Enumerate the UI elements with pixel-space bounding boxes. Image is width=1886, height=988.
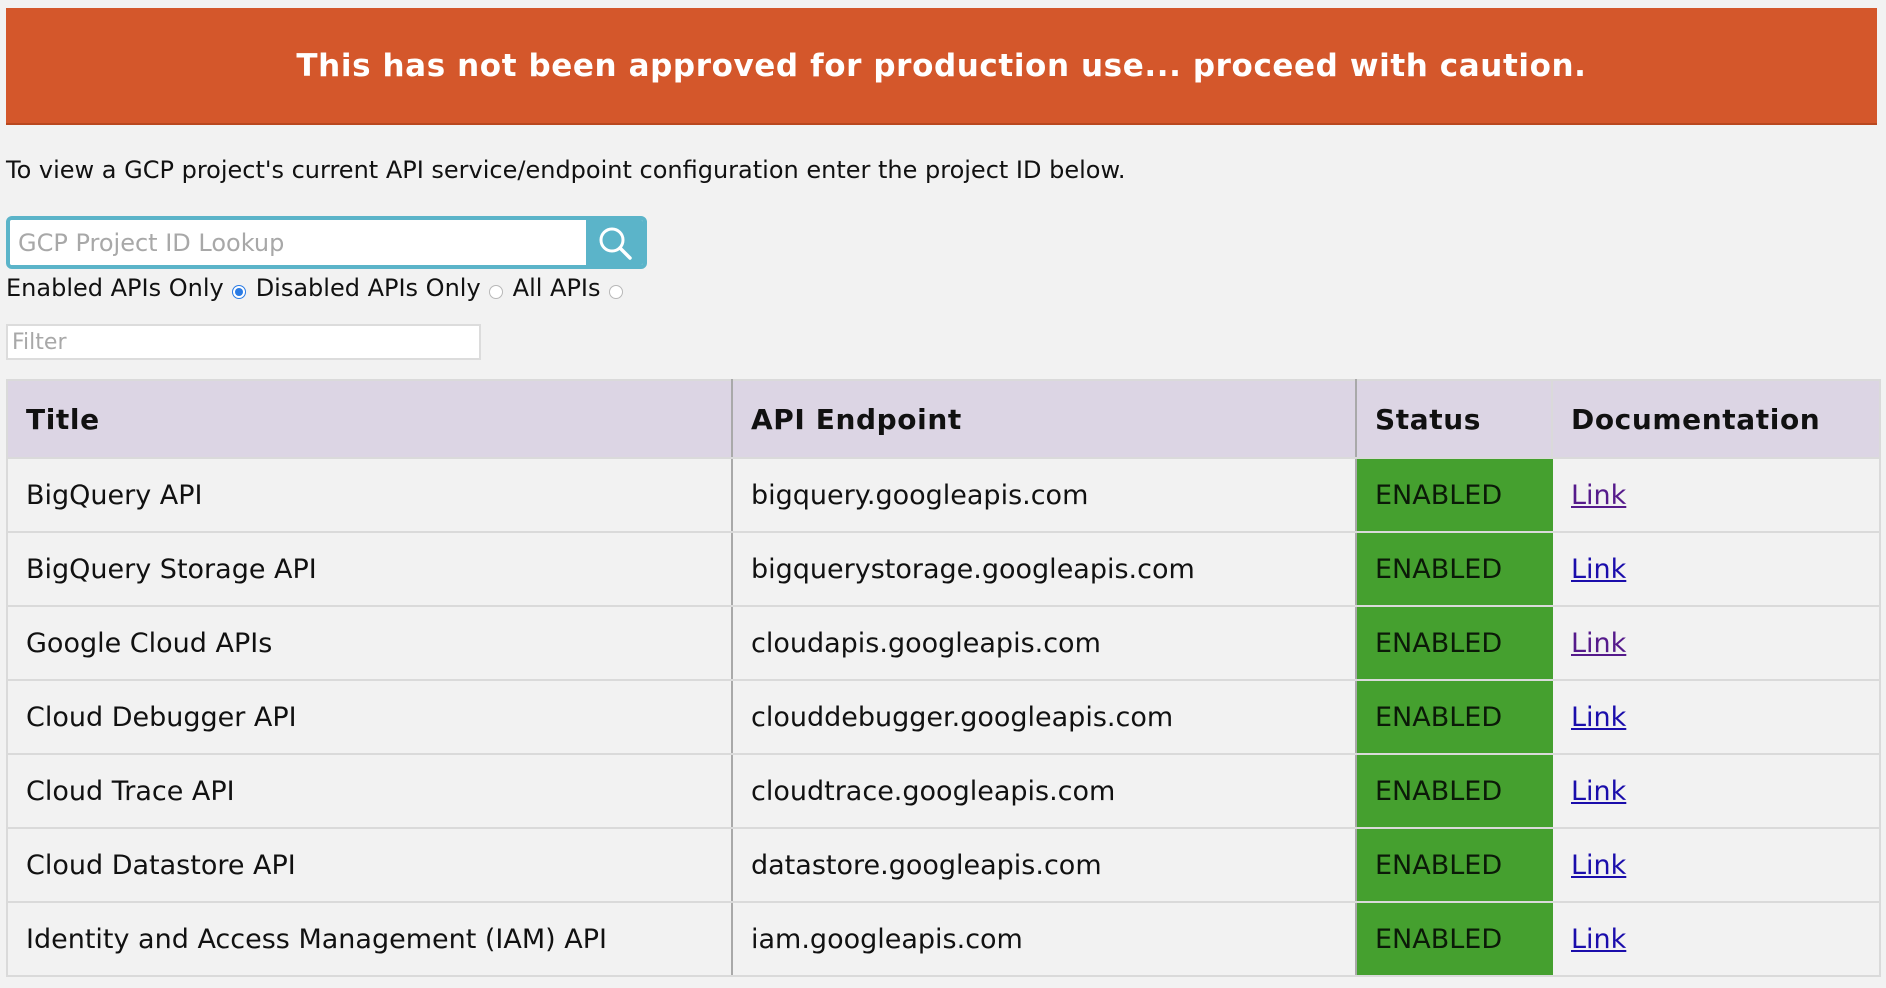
cell-documentation: Link [1551,753,1881,829]
cell-documentation: Link [1551,605,1881,681]
documentation-link[interactable]: Link [1571,554,1626,585]
cell-title: Identity and Access Management (IAM) API [6,901,733,977]
status-badge: ENABLED [1355,679,1553,755]
table-row: Identity and Access Management (IAM) API… [6,901,1881,977]
radio-label-enabled: Enabled APIs Only [6,274,224,302]
table-row: Cloud Debugger API clouddebugger.googlea… [6,679,1881,755]
status-badge: ENABLED [1355,605,1553,681]
status-badge: ENABLED [1355,827,1553,903]
radio-label-all: All APIs [512,274,601,302]
table-row: Cloud Datastore API datastore.googleapis… [6,827,1881,903]
table-header-row: Title API Endpoint Status Documentation [6,379,1881,459]
cell-endpoint: iam.googleapis.com [731,901,1357,977]
cell-endpoint: bigquerystorage.googleapis.com [731,531,1357,607]
radio-enabled-apis-only[interactable] [231,285,246,299]
warning-banner: This has not been approved for productio… [6,8,1877,125]
radio-all-apis[interactable] [608,285,623,299]
header-documentation[interactable]: Documentation [1551,379,1881,459]
cell-endpoint: bigquery.googleapis.com [731,457,1357,533]
header-title[interactable]: Title [6,379,733,459]
cell-title: Google Cloud APIs [6,605,733,681]
cell-documentation: Link [1551,901,1881,977]
status-badge: ENABLED [1355,753,1553,829]
cell-endpoint: cloudtrace.googleapis.com [731,753,1357,829]
table-row: Google Cloud APIs cloudapis.googleapis.c… [6,605,1881,681]
project-id-search-input[interactable] [10,220,586,265]
cell-endpoint: cloudapis.googleapis.com [731,605,1357,681]
status-badge: ENABLED [1355,457,1553,533]
table-row: Cloud Trace API cloudtrace.googleapis.co… [6,753,1881,829]
cell-documentation: Link [1551,531,1881,607]
documentation-link[interactable]: Link [1571,480,1626,511]
documentation-link[interactable]: Link [1571,776,1626,807]
cell-title: Cloud Trace API [6,753,733,829]
table-row: BigQuery Storage API bigquerystorage.goo… [6,531,1881,607]
documentation-link[interactable]: Link [1571,924,1626,955]
documentation-link[interactable]: Link [1571,628,1626,659]
documentation-link[interactable]: Link [1571,702,1626,733]
api-filter-radio-group: Enabled APIs Only Disabled APIs Only All… [6,272,633,304]
radio-label-disabled: Disabled APIs Only [255,274,481,302]
cell-title: Cloud Debugger API [6,679,733,755]
radio-disabled-apis-only[interactable] [488,285,503,299]
cell-endpoint: clouddebugger.googleapis.com [731,679,1357,755]
header-status[interactable]: Status [1355,379,1553,459]
header-api-endpoint[interactable]: API Endpoint [731,379,1357,459]
cell-title: BigQuery API [6,457,733,533]
api-table: Title API Endpoint Status Documentation … [6,379,1881,977]
cell-endpoint: datastore.googleapis.com [731,827,1357,903]
project-search-box [6,216,647,269]
cell-title: Cloud Datastore API [6,827,733,903]
cell-documentation: Link [1551,827,1881,903]
filter-input[interactable] [6,324,481,360]
search-button[interactable] [586,220,643,265]
status-badge: ENABLED [1355,531,1553,607]
page: This has not been approved for productio… [0,0,1886,988]
cell-documentation: Link [1551,679,1881,755]
documentation-link[interactable]: Link [1571,850,1626,881]
table-row: BigQuery API bigquery.googleapis.com ENA… [6,457,1881,533]
warning-banner-text: This has not been approved for productio… [296,47,1587,84]
search-icon [599,227,632,260]
status-badge: ENABLED [1355,901,1553,977]
cell-title: BigQuery Storage API [6,531,733,607]
cell-documentation: Link [1551,457,1881,533]
intro-text: To view a GCP project's current API serv… [6,156,1126,184]
